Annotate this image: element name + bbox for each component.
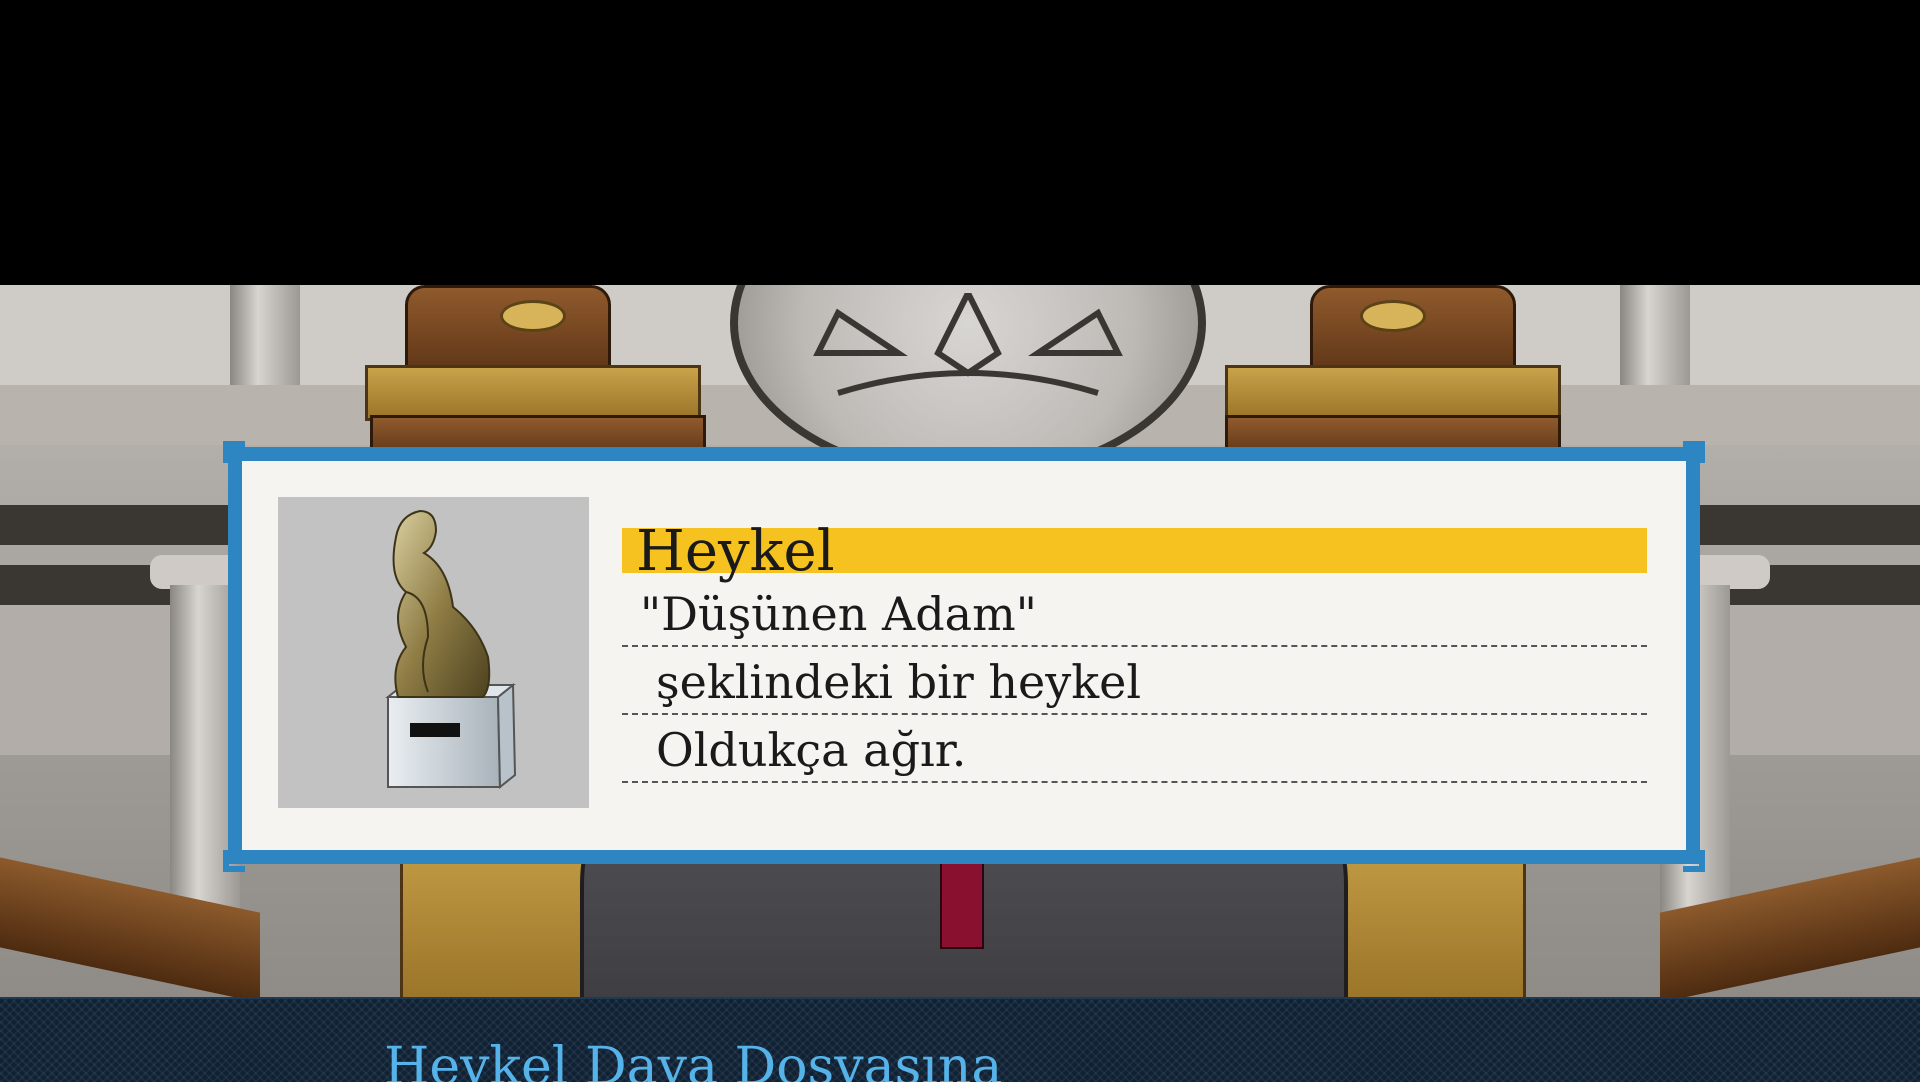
message-bar[interactable]: Heykel Dava Dosyasına xyxy=(0,997,1920,1082)
ornament xyxy=(500,300,566,332)
evidence-name-bar: Heykel xyxy=(622,519,1647,584)
description-text: şeklindeki bir heykel xyxy=(656,655,1142,709)
ornament xyxy=(1360,300,1426,332)
description-text: Oldukça ağır. xyxy=(656,723,967,777)
message-text: Heykel Dava Dosyasına xyxy=(384,1037,1003,1082)
bench-ledge-right xyxy=(1225,365,1561,421)
pillar-right xyxy=(1620,285,1690,385)
description-text: "Düşünen Adam" xyxy=(640,587,1037,641)
pillar-left xyxy=(230,285,300,385)
description-line: şeklindeki bir heykel xyxy=(622,655,1647,715)
top-letterbox xyxy=(0,0,1920,285)
description-line: Oldukça ağır. xyxy=(622,723,1647,783)
bench-ledge-left xyxy=(365,365,701,421)
evidence-card[interactable]: Heykel "Düşünen Adam" şeklindeki bir hey… xyxy=(241,460,1687,851)
description-line: "Düşünen Adam" xyxy=(622,587,1647,647)
evidence-card-frame: Heykel "Düşünen Adam" şeklindeki bir hey… xyxy=(228,447,1700,864)
evidence-image xyxy=(278,497,589,808)
thinker-statue-icon xyxy=(385,509,517,790)
evidence-name: Heykel xyxy=(636,519,835,584)
